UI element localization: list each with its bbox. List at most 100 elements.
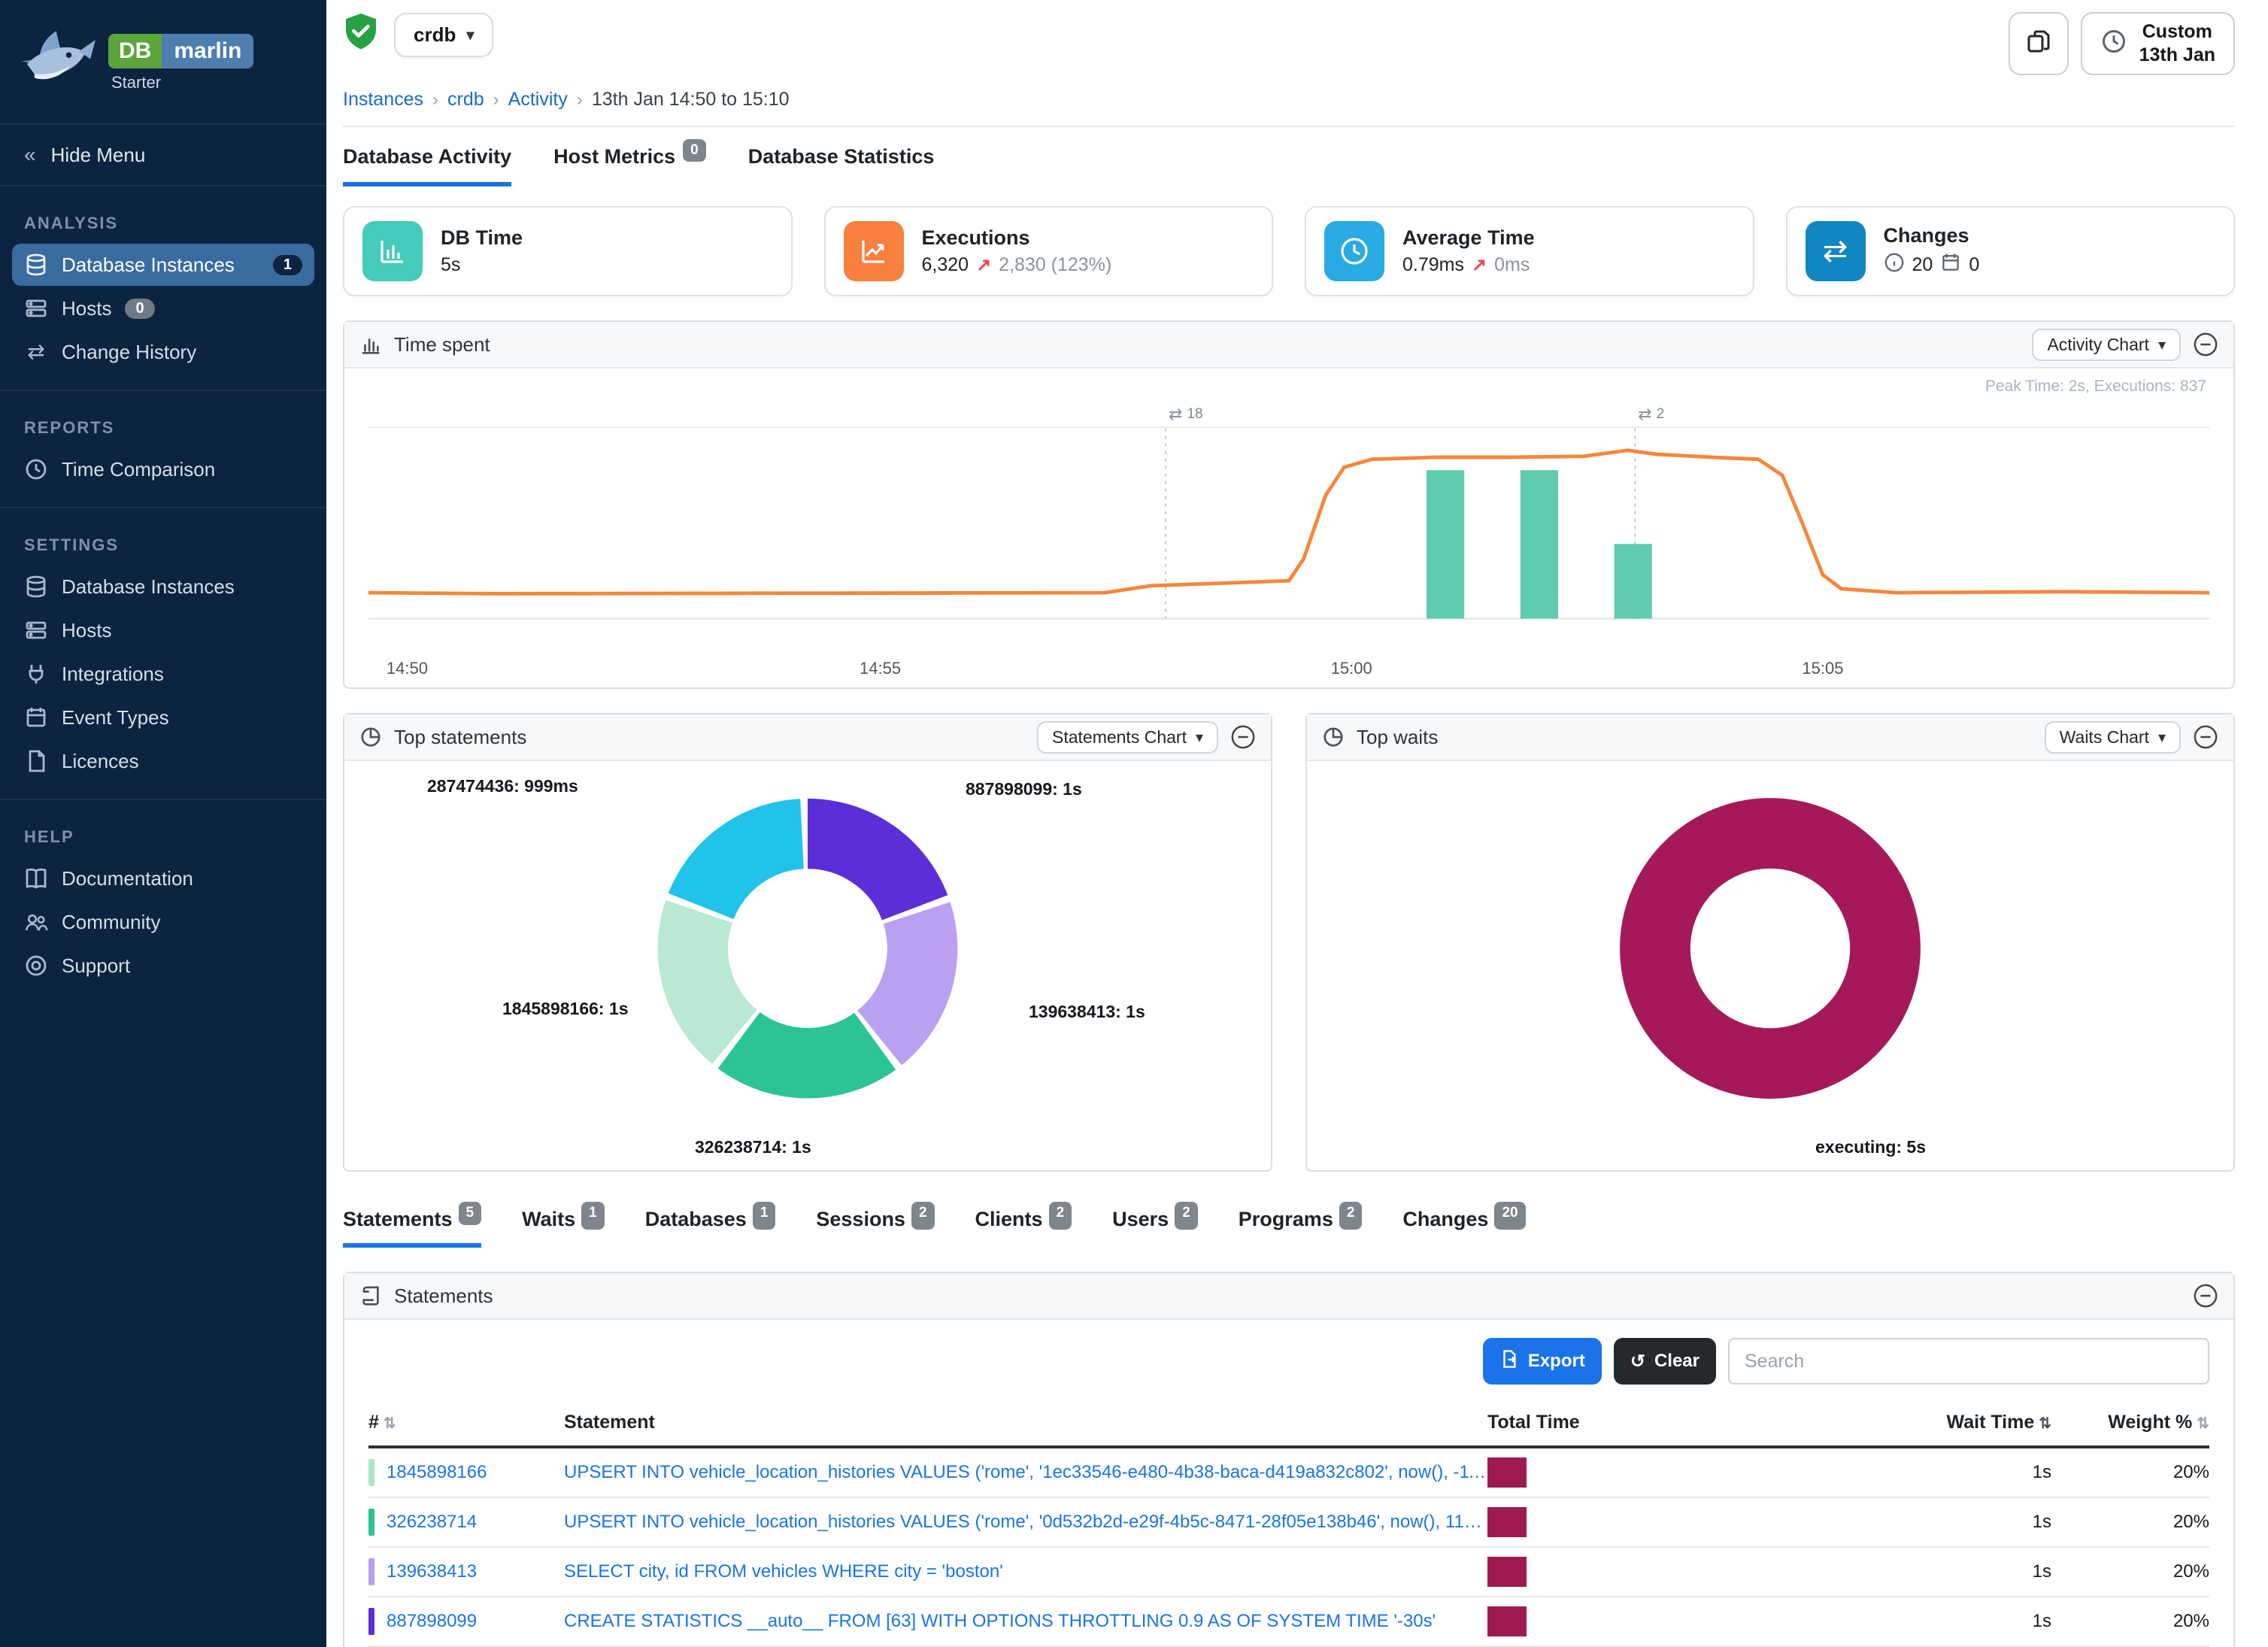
statement-link[interactable]: UPSERT INTO vehicle_location_histories V… — [564, 1512, 1487, 1533]
sidebar-item-label: Support — [62, 954, 130, 978]
sidebar-item-licences[interactable]: Licences — [12, 740, 314, 782]
statement-id-link[interactable]: 326238714 — [387, 1512, 477, 1533]
tab-database-activity[interactable]: Database Activity — [343, 145, 511, 187]
sidebar-item-settings-hosts[interactable]: Hosts — [12, 609, 314, 651]
instance-selector[interactable]: crdb ▾ — [394, 13, 493, 57]
time-spent-chart[interactable]: Peak Time: 2s, Executions: 837 ⇄18⇄2 14:… — [344, 369, 2233, 687]
statement-id-link[interactable]: 1845898166 — [387, 1462, 487, 1483]
kpi-value: 5s — [441, 254, 460, 276]
weight-value: 20% — [2051, 1611, 2209, 1632]
statement-link[interactable]: UPSERT INTO vehicle_location_histories V… — [564, 1462, 1487, 1483]
collapse-panel-icon[interactable] — [2193, 332, 2218, 357]
sidebar-item-settings-database-instances[interactable]: Database Instances — [12, 566, 314, 608]
peak-note: Peak Time: 2s, Executions: 837 — [1985, 378, 2206, 396]
x-tick: 15:05 — [1802, 659, 1843, 678]
donut-label: 139638413: 1s — [1029, 1002, 1145, 1022]
tab-database-statistics[interactable]: Database Statistics — [748, 145, 935, 187]
breadcrumb-instances[interactable]: Instances — [343, 89, 423, 111]
donut-label: 287474436: 999ms — [427, 776, 578, 796]
logo[interactable]: DB marlin Starter — [0, 0, 326, 123]
brand-wordmark: DB marlin — [108, 34, 253, 68]
activity-line-chart — [368, 402, 2209, 654]
section-label: HELP — [0, 809, 326, 856]
marlin-logo-icon — [18, 24, 99, 102]
tab-databases[interactable]: Databases1 — [645, 1208, 776, 1248]
sidebar-item-event-types[interactable]: Event Types — [12, 696, 314, 739]
tab-host-metrics[interactable]: Host Metrics 0 — [553, 145, 706, 187]
activity-chart-menu[interactable]: Activity Chart ▾ — [2032, 329, 2181, 361]
wait-time-value: 1s — [1796, 1611, 2051, 1632]
sidebar-item-time-comparison[interactable]: Time Comparison — [12, 448, 314, 490]
breadcrumb-crdb[interactable]: crdb — [447, 89, 484, 111]
total-time-bar — [1487, 1507, 1527, 1537]
col-num[interactable]: #⇅ — [368, 1412, 564, 1433]
collapse-left-icon: « — [24, 143, 36, 167]
sidebar-item-community[interactable]: Community — [12, 901, 314, 943]
tab-programs[interactable]: Programs2 — [1239, 1208, 1363, 1248]
col-wait-time[interactable]: Wait Time⇅ — [1796, 1412, 2051, 1433]
sidebar-item-documentation[interactable]: Documentation — [12, 857, 314, 899]
col-total-time[interactable]: Total Time — [1487, 1412, 1796, 1433]
statement-id-link[interactable]: 139638413 — [387, 1561, 477, 1582]
pie-chart-icon — [1322, 726, 1345, 748]
sidebar-item-integrations[interactable]: Integrations — [12, 653, 314, 695]
collapse-panel-icon[interactable] — [1230, 724, 1256, 750]
book-icon — [24, 866, 48, 890]
sidebar-section-analysis: ANALYSIS Database Instances 1 Hosts 0 ⇄ … — [0, 187, 326, 391]
clock-icon — [1324, 221, 1384, 281]
sidebar-item-support[interactable]: Support — [12, 945, 314, 987]
sidebar-item-label: Hosts — [62, 297, 111, 320]
sidebar-item-database-instances[interactable]: Database Instances 1 — [12, 244, 314, 286]
panel-title: Top statements — [394, 726, 1025, 749]
table-row: 139638413 SELECT city, id FROM vehicles … — [368, 1548, 2209, 1597]
waits-donut-chart[interactable]: executing: 5s — [1307, 761, 2233, 1170]
statements-chart-menu[interactable]: Statements Chart ▾ — [1037, 721, 1218, 754]
info-icon — [1884, 252, 1905, 278]
sidebar-item-label: Database Instances — [62, 575, 235, 599]
waits-chart-menu[interactable]: Waits Chart ▾ — [2045, 721, 2181, 754]
breadcrumb-timerange: 13th Jan 14:50 to 15:10 — [592, 89, 790, 111]
undo-icon: ↺ — [1630, 1351, 1645, 1372]
breadcrumb-activity[interactable]: Activity — [508, 89, 568, 111]
collapse-panel-icon[interactable] — [2193, 1283, 2218, 1309]
statement-link[interactable]: SELECT city, id FROM vehicles WHERE city… — [564, 1561, 1487, 1582]
collapse-panel-icon[interactable] — [2193, 724, 2218, 750]
series-color-bar — [368, 1608, 374, 1635]
search-input[interactable] — [1728, 1338, 2209, 1385]
kpi-delta: 0ms — [1494, 254, 1530, 276]
time-range-button[interactable]: Custom 13th Jan — [2081, 12, 2235, 75]
export-button[interactable]: Export — [1483, 1338, 1602, 1385]
sidebar-item-label: Change History — [62, 341, 196, 364]
top-waits-panel: Top waits Waits Chart ▾ executing: 5s — [1305, 713, 2235, 1172]
tab-statements[interactable]: Statements5 — [343, 1208, 481, 1248]
sidebar-item-change-history[interactable]: ⇄ Change History — [12, 331, 314, 373]
kpi-average-time: Average Time 0.79ms ↗ 0ms — [1305, 206, 1754, 296]
tab-sessions[interactable]: Sessions2 — [816, 1208, 934, 1248]
sidebar-section-settings: SETTINGS Database Instances Hosts Integr… — [0, 508, 326, 800]
clear-button[interactable]: ↺ Clear — [1614, 1338, 1716, 1385]
statement-id-link[interactable]: 887898099 — [387, 1611, 477, 1632]
clock-icon — [2100, 28, 2127, 60]
breadcrumb: Instances › crdb › Activity › 13th Jan 1… — [343, 89, 2235, 111]
donut-label: executing: 5s — [1815, 1137, 1926, 1157]
tab-clients[interactable]: Clients2 — [975, 1208, 1072, 1248]
kpi-db-time: DB Time 5s — [343, 206, 793, 296]
tab-waits[interactable]: Waits1 — [522, 1208, 605, 1248]
tab-changes[interactable]: Changes20 — [1402, 1208, 1525, 1248]
sidebar-item-hosts[interactable]: Hosts 0 — [12, 287, 314, 329]
statements-donut-chart[interactable]: 287474436: 999ms 887898099: 1s 184589816… — [344, 761, 1271, 1170]
section-label: REPORTS — [0, 400, 326, 447]
statements-table-panel: Statements Export ↺ Clear #⇅ Statement — [343, 1272, 2235, 1647]
col-statement[interactable]: Statement — [564, 1412, 1487, 1433]
caret-down-icon: ▾ — [2158, 728, 2166, 747]
tab-users[interactable]: Users2 — [1112, 1208, 1198, 1248]
hide-menu-button[interactable]: « Hide Menu — [0, 123, 326, 187]
col-weight[interactable]: Weight %⇅ — [2051, 1412, 2209, 1433]
statement-link[interactable]: CREATE STATISTICS __auto__ FROM [63] WIT… — [564, 1611, 1487, 1632]
copy-icon — [2025, 28, 2052, 60]
copy-link-button[interactable] — [2009, 12, 2069, 75]
section-label: SETTINGS — [0, 517, 326, 564]
scroll-icon — [359, 1285, 382, 1307]
count-badge: 0 — [683, 139, 706, 162]
wait-time-value: 1s — [1796, 1512, 2051, 1533]
